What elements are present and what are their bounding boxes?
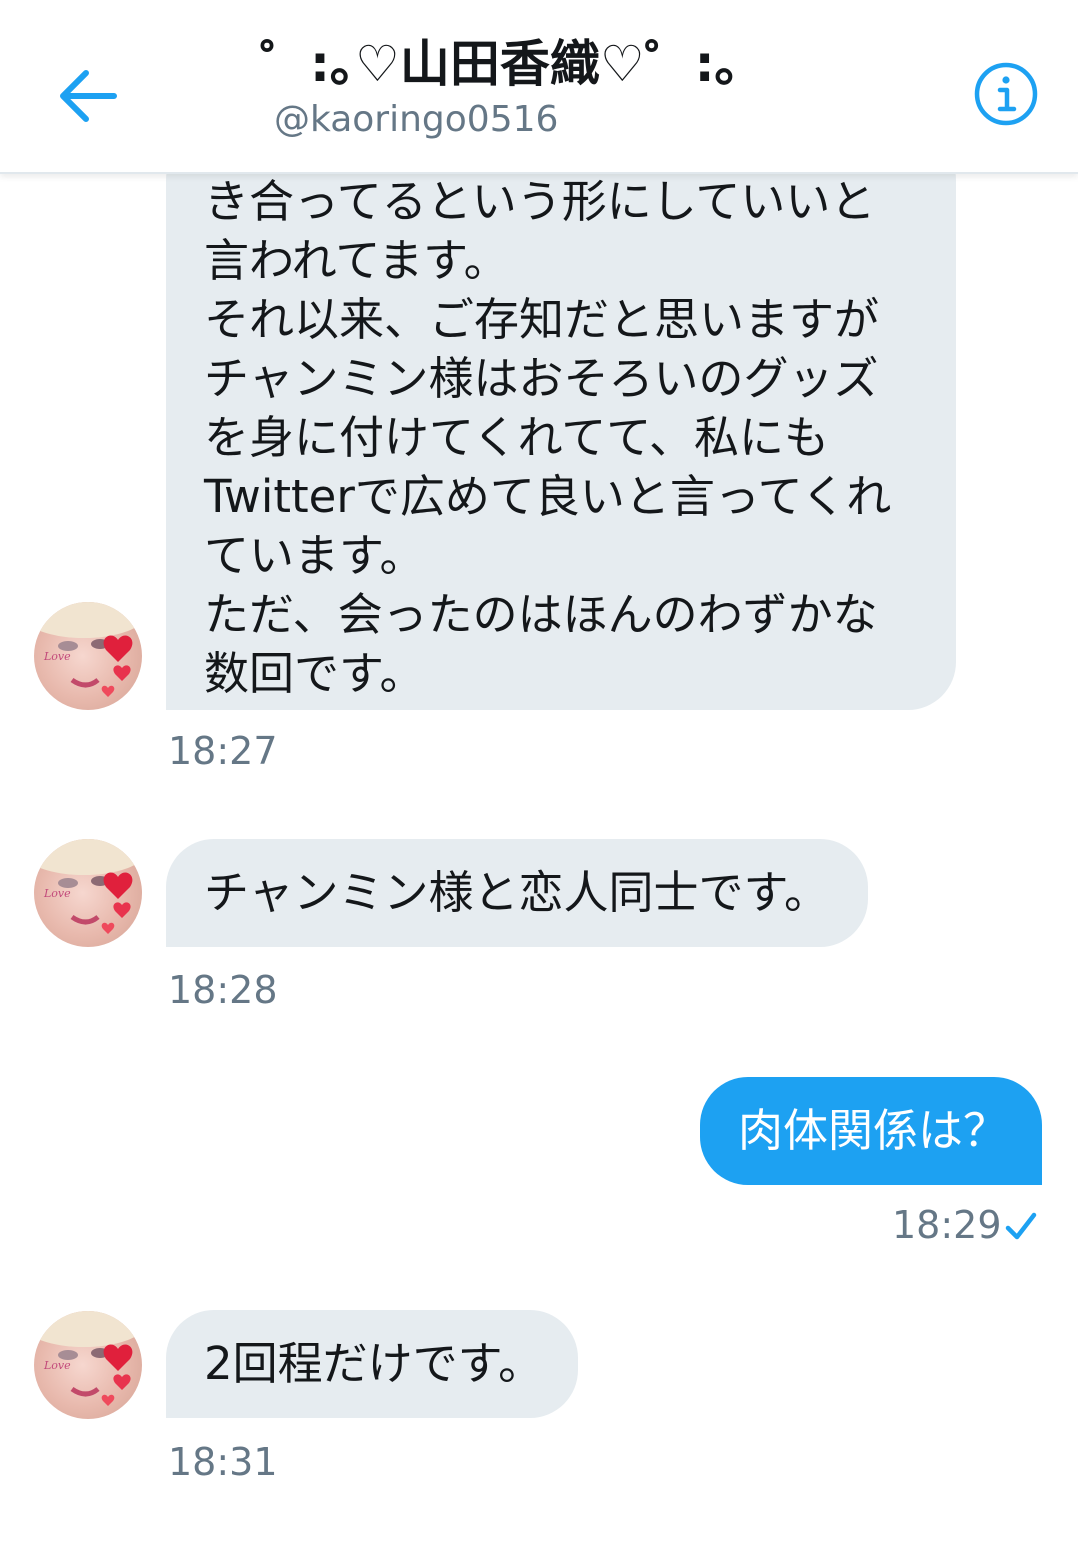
message-line: 言われてます。: [204, 234, 509, 287]
svg-text:Love: Love: [43, 887, 71, 900]
avatar-image: Love: [34, 839, 142, 947]
message-timestamp: 18:27: [168, 729, 278, 773]
message-line: ています。: [204, 529, 425, 582]
message-line: 肉体関係は？: [738, 1104, 1009, 1157]
message-line: ただ、会ったのはほんのわずかな: [204, 588, 878, 641]
sender-avatar[interactable]: Love: [34, 1311, 142, 1419]
message-bubble-outgoing: 肉体関係は？: [700, 1077, 1042, 1185]
message-line: Twitterで広めて良いと言ってくれ: [204, 470, 892, 523]
sender-avatar[interactable]: Love: [34, 839, 142, 947]
avatar-image: Love: [34, 1311, 142, 1419]
message-line: き合ってるという形にしていいと: [204, 175, 876, 228]
avatar-image: Love: [34, 602, 142, 710]
checkmark-icon: [1004, 1210, 1038, 1246]
message-bubble-incoming: チャンミン様と恋人同士です。: [166, 839, 868, 947]
message-line: それ以来、ご存知だと思いますが: [204, 293, 880, 346]
message-timestamp: 18:29: [892, 1203, 1002, 1247]
conversation-title: ゜:｡♡山田香織♡゜:｡: [260, 35, 740, 93]
svg-text:Love: Love: [43, 1359, 71, 1372]
svg-text:Love: Love: [43, 650, 71, 663]
back-button[interactable]: [50, 58, 126, 134]
message-line: チャンミン様と恋人同士です。: [204, 866, 830, 919]
arrow-left-icon: [60, 70, 117, 122]
conversation-handle: @kaoringo0516: [274, 99, 559, 140]
conversation-view: き合ってるという形にしていいと 言われてます。 それ以来、ご存知だと思いますが …: [0, 0, 1078, 1565]
message-line: チャンミン様はおそろいのグッズ: [204, 352, 879, 405]
message-timestamp: 18:31: [168, 1440, 278, 1484]
message-line: を身に付けてくれてて、私にも: [204, 411, 830, 464]
message-line: 2回程だけです。: [204, 1337, 544, 1390]
sender-avatar[interactable]: Love: [34, 602, 142, 710]
message-line: 数回です。: [204, 647, 425, 700]
message-timestamp: 18:28: [168, 968, 278, 1012]
message-bubble-incoming: き合ってるという形にしていいと 言われてます。 それ以来、ご存知だと思いますが …: [166, 132, 956, 710]
info-button[interactable]: [968, 56, 1044, 132]
conversation-header: ゜:｡♡山田香織♡゜:｡ @kaoringo0516: [0, 0, 1078, 174]
message-bubble-incoming: 2回程だけです。: [166, 1310, 578, 1418]
info-icon: [974, 62, 1038, 126]
